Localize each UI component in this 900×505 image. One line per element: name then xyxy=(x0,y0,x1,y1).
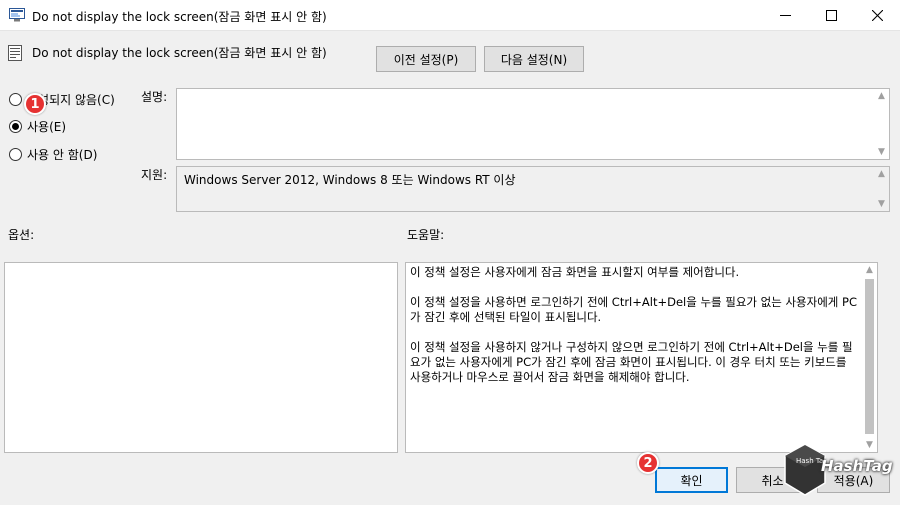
policy-setting-icon xyxy=(8,45,22,61)
radio-button-selected[interactable] xyxy=(9,119,22,133)
maximize-button[interactable] xyxy=(808,0,854,31)
window-title: Do not display the lock screen(잠금 화면 표시 … xyxy=(32,10,327,24)
radio-label: 사용(E) xyxy=(27,119,67,134)
title-bar: Do not display the lock screen(잠금 화면 표시 … xyxy=(0,0,900,31)
help-scrollbar[interactable]: ▲ ▼ xyxy=(862,263,877,452)
radio-label: 사용 안 함(D) xyxy=(27,147,98,162)
minimize-button[interactable] xyxy=(762,0,808,31)
scroll-up-icon[interactable]: ▲ xyxy=(878,169,885,179)
supported-scrollbar[interactable]: ▲ ▼ xyxy=(874,167,889,211)
annotation-badge-2: 2 xyxy=(637,452,659,474)
maximize-icon xyxy=(825,10,837,21)
help-paragraph: 이 정책 설정을 사용하지 않거나 구성하지 않으면 로그인하기 전에 Ctrl… xyxy=(410,340,853,384)
policy-title: Do not display the lock screen(잠금 화면 표시 … xyxy=(32,46,327,60)
help-paragraph: 이 정책 설정을 사용하면 로그인하기 전에 Ctrl+Alt+Del을 누를 … xyxy=(410,295,858,324)
comment-textarea[interactable]: ▲ ▼ xyxy=(176,88,890,160)
help-pane[interactable]: 이 정책 설정은 사용자에게 잠금 화면을 표시할지 여부를 제어합니다. 이 … xyxy=(405,262,878,453)
supported-on-box: Windows Server 2012, Windows 8 또는 Window… xyxy=(176,166,890,212)
ok-button[interactable]: 확인 xyxy=(655,467,728,493)
scroll-down-icon[interactable]: ▼ xyxy=(878,199,885,209)
hashtag-watermark: Hash Tag HashTag xyxy=(781,443,896,498)
comment-scrollbar[interactable]: ▲ ▼ xyxy=(874,89,889,159)
close-icon xyxy=(871,10,883,21)
help-text: 이 정책 설정은 사용자에게 잠금 화면을 표시할지 여부를 제어합니다. 이 … xyxy=(410,265,859,400)
annotation-badge-1: 1 xyxy=(24,93,46,115)
radio-button[interactable] xyxy=(9,147,22,161)
options-label: 옵션: xyxy=(8,228,35,242)
scrollbar-thumb[interactable] xyxy=(865,279,874,434)
close-button[interactable] xyxy=(854,0,900,31)
radio-disabled[interactable]: 사용 안 함(D) xyxy=(9,145,97,163)
help-label: 도움말: xyxy=(407,228,445,242)
supported-label: 지원: xyxy=(141,168,168,182)
supported-value: Windows Server 2012, Windows 8 또는 Window… xyxy=(184,173,516,187)
previous-setting-button[interactable]: 이전 설정(P) xyxy=(376,46,476,72)
radio-dot xyxy=(12,122,19,130)
scroll-up-icon[interactable]: ▲ xyxy=(878,91,885,101)
minimize-icon xyxy=(779,15,791,16)
policy-editor-icon xyxy=(9,8,25,22)
radio-button[interactable] xyxy=(9,92,22,106)
scroll-up-icon[interactable]: ▲ xyxy=(866,265,873,275)
next-setting-button[interactable]: 다음 설정(N) xyxy=(484,46,584,72)
help-paragraph: 이 정책 설정은 사용자에게 잠금 화면을 표시할지 여부를 제어합니다. xyxy=(410,265,740,279)
scroll-down-icon[interactable]: ▼ xyxy=(878,147,885,157)
watermark-text: HashTag xyxy=(821,457,893,475)
radio-enabled[interactable]: 사용(E) xyxy=(9,117,66,135)
options-pane xyxy=(4,262,398,453)
comment-label: 설명: xyxy=(141,90,168,104)
